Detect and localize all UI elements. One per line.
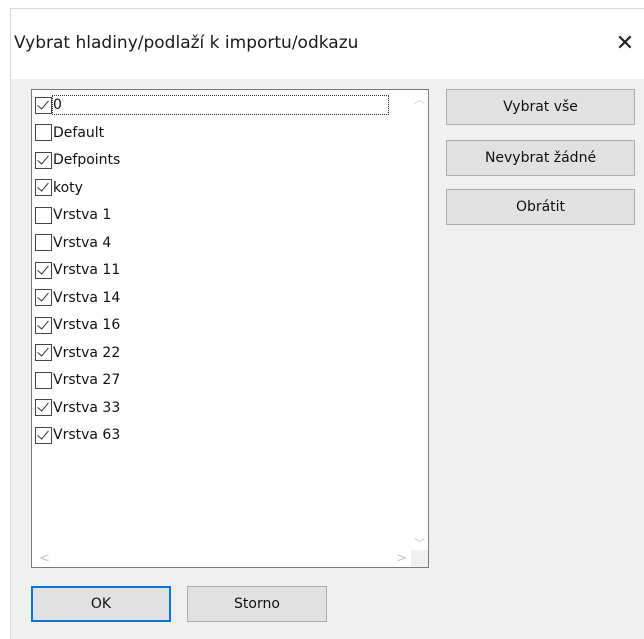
checkbox[interactable]	[35, 179, 52, 196]
layer-label: Vrstva 16	[53, 317, 121, 333]
layer-item[interactable]: Vrstva 22	[35, 340, 120, 366]
select-all-button[interactable]: Vybrat vše	[446, 89, 635, 125]
layer-item[interactable]: koty	[35, 175, 83, 201]
layer-item[interactable]: 0	[35, 92, 389, 118]
checkbox[interactable]	[35, 206, 52, 224]
checkbox[interactable]	[35, 96, 52, 114]
layer-label: 0	[52, 95, 389, 115]
invert-button[interactable]: Obrátit	[446, 189, 635, 225]
layer-label: Default	[53, 124, 105, 141]
layer-label: Vrstva 63	[53, 427, 121, 443]
layer-item[interactable]: Vrstva 16	[35, 312, 120, 338]
checkbox[interactable]	[35, 124, 52, 141]
layer-item[interactable]: Vrstva 14	[35, 285, 120, 311]
horizontal-scrollbar[interactable]: < >	[32, 550, 412, 567]
layer-item[interactable]: Vrstva 4	[35, 230, 111, 256]
layer-item[interactable]: Defpoints	[35, 147, 120, 173]
chevron-up-icon[interactable]: ︿	[414, 94, 425, 105]
layer-item[interactable]: Vrstva 27	[35, 367, 120, 393]
layer-label: Defpoints	[53, 152, 121, 168]
vertical-scrollbar[interactable]: ︿ ﹀	[411, 90, 428, 551]
layer-label: koty	[53, 179, 83, 196]
checkbox[interactable]	[35, 151, 52, 169]
layer-item[interactable]: Vrstva 11	[35, 257, 120, 283]
layer-select-dialog: Vybrat hladiny/podlaží k importu/odkazu …	[10, 8, 644, 639]
dialog-title: Vybrat hladiny/podlaží k importu/odkazu	[14, 33, 359, 53]
layer-item[interactable]: Vrstva 33	[35, 395, 120, 421]
checkbox[interactable]	[35, 316, 52, 334]
layer-label: Vrstva 11	[53, 262, 121, 278]
layer-label: Vrstva 14	[53, 289, 121, 306]
checkbox[interactable]	[35, 399, 52, 416]
layer-label: Vrstva 27	[53, 372, 121, 388]
layer-item[interactable]: Vrstva 63	[35, 422, 120, 448]
checkbox[interactable]	[35, 261, 52, 279]
layer-label: Vrstva 1	[53, 207, 112, 223]
select-none-button[interactable]: Nevybrat žádné	[446, 140, 635, 176]
checkbox[interactable]	[35, 426, 52, 444]
scrollbar-corner	[411, 550, 428, 567]
chevron-left-icon[interactable]: <	[39, 552, 50, 565]
layer-item[interactable]: Vrstva 1	[35, 202, 111, 228]
layer-label: Vrstva 22	[53, 344, 121, 361]
checkbox[interactable]	[35, 344, 52, 361]
layer-label: Vrstva 4	[53, 234, 112, 251]
chevron-down-icon[interactable]: ﹀	[414, 538, 425, 549]
title-bar: Vybrat hladiny/podlaží k importu/odkazu …	[11, 9, 644, 79]
checkbox[interactable]	[35, 371, 52, 389]
checkbox[interactable]	[35, 234, 52, 251]
checkbox[interactable]	[35, 289, 52, 306]
cancel-button[interactable]: Storno	[187, 586, 327, 622]
layer-item[interactable]: Default	[35, 120, 104, 146]
chevron-right-icon[interactable]: >	[396, 552, 407, 565]
ok-button[interactable]: OK	[31, 586, 171, 622]
layer-label: Vrstva 33	[53, 399, 121, 416]
close-icon[interactable]: ✕	[606, 29, 644, 59]
layer-list[interactable]: 0 Default Defpoints koty Vrstva 1 Vrstva 4 Vrs…	[31, 89, 429, 568]
